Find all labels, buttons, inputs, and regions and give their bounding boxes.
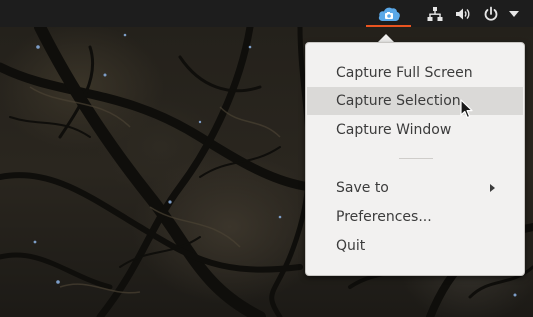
save-to-item[interactable]: Save to — [307, 174, 523, 202]
menu-item-label: Capture Window — [336, 122, 452, 138]
menu-item-label: Quit — [336, 238, 366, 254]
chevron-down-icon — [509, 10, 519, 17]
volume-indicator-button[interactable] — [452, 0, 474, 27]
power-icon — [484, 6, 498, 21]
desktop-screen: Capture Full Screen Capture Selection Ca… — [0, 0, 533, 317]
preferences-item[interactable]: Preferences... — [307, 203, 523, 231]
system-menu-button[interactable] — [506, 0, 522, 27]
network-indicator-button[interactable] — [424, 0, 446, 27]
screenshot-menu: Capture Full Screen Capture Selection Ca… — [305, 42, 525, 276]
menu-item-label: Capture Full Screen — [336, 65, 473, 81]
menu-item-label: Capture Selection — [336, 93, 461, 109]
menu-item-label: Save to — [336, 180, 389, 196]
network-wired-icon — [427, 6, 443, 21]
mouse-pointer-icon — [460, 99, 474, 123]
quit-item[interactable]: Quit — [307, 232, 523, 260]
submenu-arrow-icon — [490, 184, 495, 192]
speaker-volume-icon — [456, 8, 470, 19]
power-indicator-button[interactable] — [480, 0, 502, 27]
capture-selection-item[interactable]: Capture Selection — [307, 87, 523, 115]
menu-separator — [399, 158, 433, 159]
menu-item-label: Preferences... — [336, 209, 432, 225]
camera-cloud-icon — [378, 7, 400, 21]
capture-full-screen-item[interactable]: Capture Full Screen — [307, 59, 523, 87]
top-panel — [0, 0, 533, 27]
screenshot-indicator-button[interactable] — [366, 0, 411, 27]
capture-window-item[interactable]: Capture Window — [307, 116, 523, 144]
